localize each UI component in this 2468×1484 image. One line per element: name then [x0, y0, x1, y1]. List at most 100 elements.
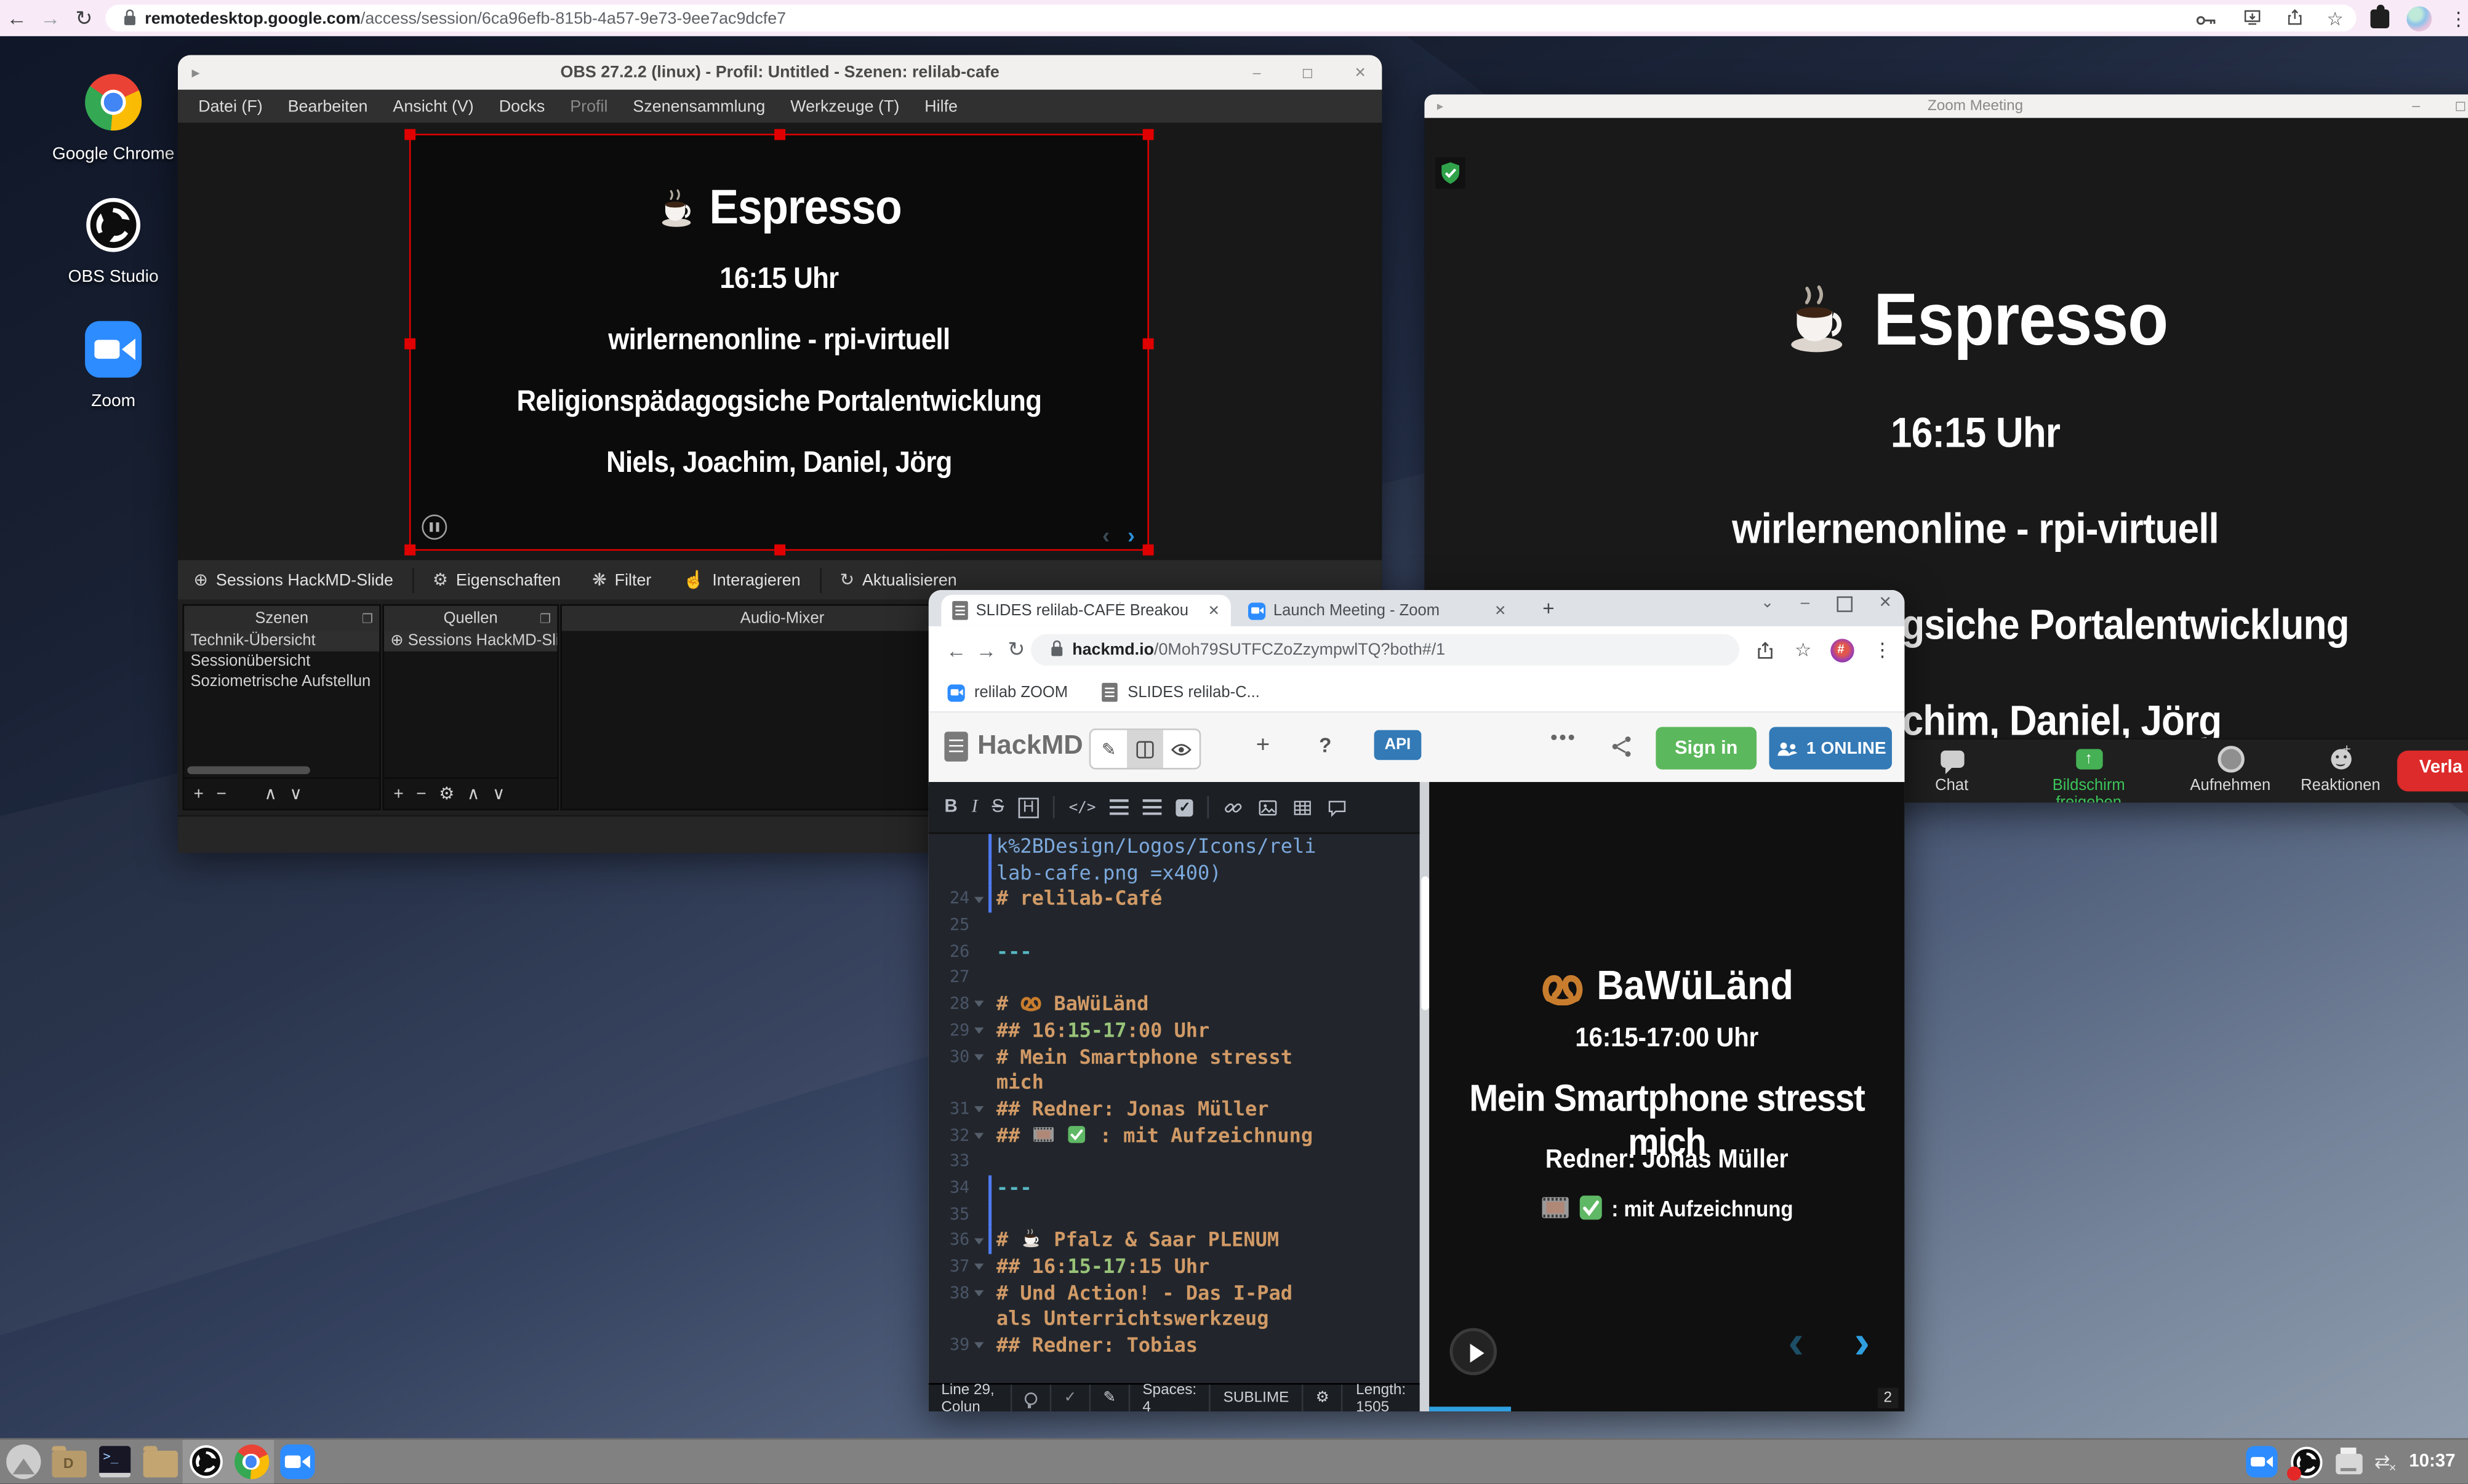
- extensions-icon[interactable]: [2370, 9, 2389, 28]
- editor-line[interactable]: k%2BDesign/Logos/Icons/reli: [929, 834, 1420, 860]
- scene-item[interactable]: Sessionübersicht: [184, 652, 379, 672]
- slideshow-play-button[interactable]: [1449, 1328, 1497, 1375]
- help-button[interactable]: ?: [1319, 733, 1331, 757]
- editor-line[interactable]: 33: [929, 1149, 1420, 1176]
- bookmark-star-icon[interactable]: ☆: [1795, 640, 1812, 660]
- source-properties-button[interactable]: ⚙: [439, 784, 454, 804]
- popout-icon[interactable]: ❐: [540, 612, 551, 626]
- preview-mode-button[interactable]: [1163, 730, 1200, 768]
- reload-button[interactable]: ↻: [1001, 637, 1032, 663]
- tab-close-icon[interactable]: ✕: [1208, 602, 1220, 619]
- slide-prev-button[interactable]: ‹: [1788, 1320, 1804, 1368]
- theme-button[interactable]: ✎: [1091, 1385, 1130, 1411]
- code-button[interactable]: </>: [1069, 799, 1096, 816]
- table-icon[interactable]: [1292, 797, 1313, 817]
- window-minimize-button[interactable]: –: [1801, 595, 1809, 612]
- doc-length[interactable]: Length: 1505: [1344, 1385, 1420, 1411]
- tray-printer-icon[interactable]: [2335, 1453, 2362, 1474]
- obs-close-button[interactable]: ✕: [1355, 64, 1366, 81]
- scene-up-button[interactable]: ∧: [264, 784, 277, 804]
- editor-line[interactable]: 38# Und Action! - Das I-Pad: [929, 1280, 1420, 1307]
- taskbar-terminal[interactable]: >_: [91, 1440, 137, 1484]
- slide-next-icon[interactable]: ›: [1128, 524, 1135, 546]
- resize-handle[interactable]: [774, 545, 785, 556]
- remove-scene-button[interactable]: −: [216, 784, 226, 804]
- editor-line[interactable]: 32## : mit Aufzeichnung: [929, 1123, 1420, 1149]
- obs-maximize-button[interactable]: ◻: [1302, 64, 1313, 81]
- reactions-button[interactable]: + Reaktionen: [2270, 746, 2411, 794]
- address-bar[interactable]: hackmd.io /0Moh79SUTFCZoZzympwlTQ?both#/…: [1032, 634, 1740, 666]
- fold-chevron-icon[interactable]: [972, 1287, 985, 1299]
- editor-line[interactable]: als Unterrichtswerkzeug: [929, 1307, 1420, 1333]
- back-button[interactable]: ←: [941, 638, 971, 661]
- menu-szenensammlung[interactable]: Szenensammlung: [622, 94, 776, 119]
- heading-button[interactable]: H: [1018, 797, 1039, 817]
- lint-button[interactable]: [1012, 1385, 1051, 1411]
- link-icon[interactable]: [1224, 797, 1244, 817]
- scene-down-button[interactable]: ∨: [289, 784, 302, 804]
- scenes-panel-header[interactable]: Szenen ❐: [184, 606, 379, 631]
- menu-docks[interactable]: Docks: [488, 94, 556, 119]
- fold-chevron-icon[interactable]: [972, 1339, 985, 1352]
- leave-meeting-button[interactable]: Verla: [2397, 751, 2468, 791]
- new-note-button[interactable]: +: [1256, 732, 1270, 758]
- edit-mode-button[interactable]: ✎: [1091, 730, 1127, 768]
- resize-handle[interactable]: [404, 338, 415, 349]
- share-screen-button[interactable]: ↑ Bildschirm freigeben: [2018, 746, 2160, 802]
- scene-source-tab[interactable]: ⊕ Sessions HackMD-Slide: [178, 560, 409, 599]
- numbered-list-icon[interactable]: [1143, 799, 1162, 815]
- password-key-icon[interactable]: [2196, 11, 2219, 25]
- editor-line[interactable]: 36# Pfalz & Saar PLENUM: [929, 1228, 1420, 1255]
- bookmark-slides[interactable]: SLIDES relilab-C...: [1102, 683, 1260, 702]
- address-bar[interactable]: remotedesktop.google.com /access/session…: [105, 5, 2356, 31]
- obs-minimize-button[interactable]: –: [1253, 64, 1261, 81]
- editor-line[interactable]: 28# BaWüLänd: [929, 991, 1420, 1018]
- tab-search-icon[interactable]: ⌄: [1761, 595, 1774, 612]
- profile-avatar[interactable]: [1830, 638, 1854, 661]
- fold-chevron-icon[interactable]: [972, 1024, 985, 1037]
- scene-item[interactable]: Technik-Übersicht: [184, 631, 379, 652]
- send-icon[interactable]: [1755, 640, 1776, 660]
- editor-line[interactable]: 29## 16:15-17:00 Uhr: [929, 1018, 1420, 1044]
- editor-line[interactable]: 24# relilab-Café: [929, 887, 1420, 913]
- api-button[interactable]: API: [1374, 730, 1422, 760]
- tray-network-icon[interactable]: ⇄: [2374, 1452, 2390, 1471]
- editor-line[interactable]: 35: [929, 1202, 1420, 1228]
- source-item[interactable]: ⊕ Sessions HackMD-Slid: [384, 631, 557, 652]
- editor-line[interactable]: lab-cafe.png =x400): [929, 860, 1420, 887]
- zoom-maximize-button[interactable]: ◻: [2454, 94, 2466, 118]
- fold-chevron-icon[interactable]: [972, 1103, 985, 1115]
- bold-button[interactable]: B: [944, 798, 957, 817]
- tray-obs-icon[interactable]: [2290, 1445, 2323, 1478]
- slide-prev-icon[interactable]: ‹: [1102, 524, 1110, 546]
- zoom-titlebar[interactable]: ▸ Zoom Meeting – ◻: [1424, 94, 2468, 118]
- profile-avatar[interactable]: [2406, 6, 2432, 31]
- tab-hackmd-slides[interactable]: SLIDES relilab-CAFÉ Breakou ✕: [941, 595, 1231, 626]
- online-users-button[interactable]: 1 ONLINE: [1769, 727, 1892, 770]
- taskbar-desktop-folder[interactable]: D: [46, 1440, 91, 1484]
- more-options-button[interactable]: •••: [1550, 725, 1577, 749]
- editor-line[interactable]: 39## Redner: Tobias: [929, 1333, 1420, 1359]
- obs-titlebar[interactable]: ▸ OBS 27.2.2 (linux) - Profil: Untitled …: [178, 55, 1382, 90]
- editor-lines[interactable]: k%2BDesign/Logos/Icons/relilab-cafe.png …: [929, 832, 1420, 1385]
- image-icon[interactable]: [1258, 797, 1278, 817]
- window-close-button[interactable]: ✕: [1879, 595, 1892, 612]
- popout-icon[interactable]: ❐: [362, 612, 373, 626]
- menu-hilfe[interactable]: Hilfe: [913, 94, 969, 119]
- filter-button[interactable]: ❋ Filter: [577, 560, 667, 599]
- remove-source-button[interactable]: −: [416, 784, 426, 804]
- obs-scene-canvas[interactable]: Espresso 16:15 Uhr wirlernenonline - rpi…: [409, 134, 1149, 551]
- check-button[interactable]: ✓: [1051, 1385, 1091, 1411]
- editor-line[interactable]: 25: [929, 912, 1420, 939]
- slide-next-button[interactable]: ›: [1854, 1320, 1870, 1368]
- desktop-icon-obs[interactable]: OBS Studio: [42, 197, 184, 287]
- desktop-icon-zoom[interactable]: Zoom: [42, 321, 184, 411]
- editor-line[interactable]: mich: [929, 1071, 1420, 1097]
- editor-line[interactable]: 34---: [929, 1175, 1420, 1202]
- back-button[interactable]: ←: [0, 0, 34, 36]
- editor-line[interactable]: 26---: [929, 939, 1420, 965]
- forward-button[interactable]: →: [34, 0, 68, 36]
- fold-chevron-icon[interactable]: [972, 893, 985, 906]
- markdown-editor-pane[interactable]: B I S H </> ✓ k%2BDesign/Logos/Icons/rel…: [929, 782, 1420, 1411]
- fold-chevron-icon[interactable]: [972, 1261, 985, 1273]
